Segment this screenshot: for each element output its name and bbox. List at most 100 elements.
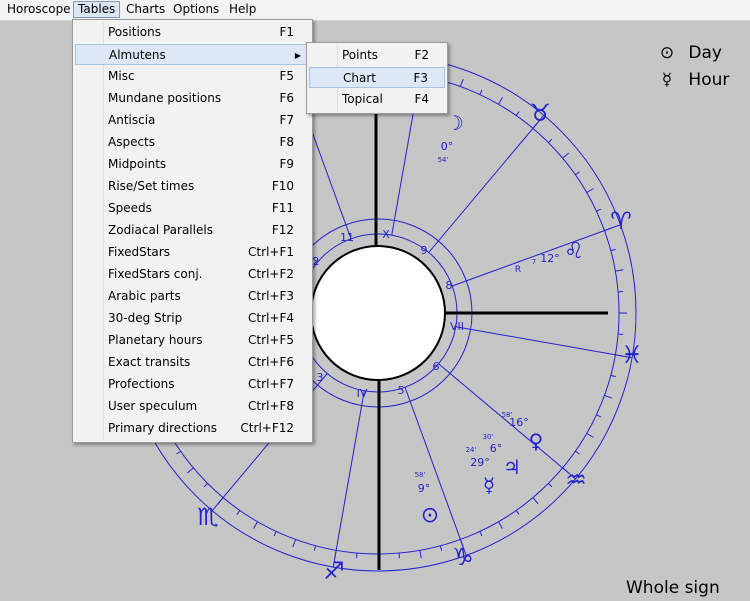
tables-menu-item[interactable]: Aspects F8 xyxy=(75,132,310,153)
tables-menu-item[interactable]: Antiscia F7 xyxy=(75,110,310,131)
degree-tick xyxy=(176,450,181,455)
degree-tick xyxy=(292,539,297,548)
tables-menu-item[interactable]: FixedStars Ctrl+F1 xyxy=(75,242,310,263)
degree-tick xyxy=(186,467,194,474)
tables-menu-item[interactable]: Positions F1 xyxy=(75,22,310,43)
menu-charts[interactable]: Charts xyxy=(122,1,169,18)
degree-tick xyxy=(236,510,241,515)
degree-tick xyxy=(479,89,483,95)
house-number: 9 xyxy=(421,244,428,257)
tables-menu-item-label: Mundane positions xyxy=(108,91,222,105)
tables-menu-item-shortcut: F1 xyxy=(279,25,294,39)
tables-menu-item-label: Planetary hours xyxy=(108,333,203,347)
tables-menu-item-shortcut: F8 xyxy=(279,135,294,149)
tables-menu-item[interactable]: Midpoints F9 xyxy=(75,154,310,175)
tables-menu-item[interactable]: Misc F5 xyxy=(75,66,310,87)
degree-tick xyxy=(515,510,520,515)
sign-aquarius-glyph: ♒ xyxy=(565,466,587,494)
tables-menu-item[interactable]: Exact transits Ctrl+F6 xyxy=(75,352,310,373)
sign-boundary-line xyxy=(428,115,545,253)
degree-tick xyxy=(479,531,483,537)
menu-horoscope[interactable]: Horoscope xyxy=(3,1,75,18)
tables-menu-item[interactable]: Rise/Set times F10 xyxy=(75,176,310,197)
tables-menu-item-label: Misc xyxy=(108,69,135,83)
day-label: Day xyxy=(688,43,722,63)
almutens-menu-item[interactable]: Chart F3 xyxy=(309,67,445,88)
degree-tick xyxy=(615,269,624,272)
almutens-menu-item[interactable]: Topical F4 xyxy=(309,89,445,110)
sign-scorpio-glyph: ♏ xyxy=(197,503,219,531)
moon-glyph: ☽ xyxy=(446,111,464,135)
hour-label: Hour xyxy=(688,70,730,90)
tables-menu-item[interactable]: Arabic parts Ctrl+F3 xyxy=(75,286,310,307)
sign-boundary-line xyxy=(452,224,621,287)
tables-menu-item[interactable]: Profections Ctrl+F7 xyxy=(75,374,310,395)
tables-menu-item-label: Midpoints xyxy=(108,157,167,171)
menu-options[interactable]: Options xyxy=(169,1,223,18)
degree-tick xyxy=(459,78,464,87)
tables-menu-item-shortcut: F11 xyxy=(271,201,294,215)
degree-tick xyxy=(548,483,553,488)
tables-menu-item-shortcut: Ctrl+F1 xyxy=(248,245,294,259)
almutens-menu-item-label: Points xyxy=(342,48,379,62)
mercury-icon: ☿ xyxy=(661,70,673,90)
tables-menu-item-label: Rise/Set times xyxy=(108,179,195,193)
tables-menu-item-shortcut: F6 xyxy=(279,91,294,105)
tables-menu-item[interactable]: Primary directions Ctrl+F12 xyxy=(75,418,310,439)
almutens-menu-item-shortcut: F2 xyxy=(414,48,429,62)
tables-menu-item[interactable]: Planetary hours Ctrl+F5 xyxy=(75,330,310,351)
almutens-menu-item-shortcut: F3 xyxy=(413,71,428,85)
menu-tables[interactable]: Tables xyxy=(73,1,121,18)
almutens-menu-item-label: Chart xyxy=(343,71,376,85)
mercury-minute: 24' xyxy=(466,446,477,454)
tables-menu-item[interactable]: Almutens ▶ xyxy=(75,44,310,65)
menu-bar: Horoscope Tables Charts Options Help xyxy=(0,0,750,21)
degree-tick xyxy=(273,531,277,537)
submenu-arrow-icon: ▶ xyxy=(294,51,301,60)
tables-menu-item-shortcut: Ctrl+F2 xyxy=(248,267,294,281)
tables-menu-item-shortcut: Ctrl+F7 xyxy=(248,377,294,391)
tables-menu-item-label: FixedStars xyxy=(108,245,170,259)
tables-menu-item-label: Positions xyxy=(108,25,161,39)
tables-menu-item-shortcut: F12 xyxy=(271,223,294,237)
almutens-menu-item[interactable]: Points F2 xyxy=(309,45,445,66)
degree-tick xyxy=(253,521,258,529)
house-number: 6 xyxy=(433,360,440,373)
center-circle xyxy=(310,245,446,381)
tables-menu-item-label: Speeds xyxy=(108,201,152,215)
tables-menu-item-shortcut: F7 xyxy=(279,113,294,127)
tables-menu-item-shortcut: Ctrl+F6 xyxy=(248,355,294,369)
degree-tick xyxy=(575,171,580,176)
tables-dropdown-menu: Positions F1 Almutens ▶ Misc F5 Mundane positi… xyxy=(72,19,313,443)
degree-tick xyxy=(548,138,553,143)
venus-glyph: ♀ xyxy=(529,429,544,453)
mercury-degree: 29° xyxy=(470,456,490,469)
almutens-menu-item-shortcut: F4 xyxy=(414,92,429,106)
tables-menu-item[interactable]: Zodiacal Parallels F12 xyxy=(75,220,310,241)
tables-menu-item-shortcut: Ctrl+F4 xyxy=(248,311,294,325)
tables-menu-item[interactable]: 30-deg Strip Ctrl+F4 xyxy=(75,308,310,329)
degree-tick xyxy=(562,152,570,159)
tables-menu-item-label: 30-deg Strip xyxy=(108,311,183,325)
jupiter-glyph: ♃ xyxy=(503,455,521,479)
house-number: 2 xyxy=(313,255,320,268)
sign-pisces-glyph: ♓ xyxy=(621,341,643,369)
menu-help[interactable]: Help xyxy=(225,1,260,18)
tables-menu-item[interactable]: FixedStars conj. Ctrl+F2 xyxy=(75,264,310,285)
degree-tick xyxy=(586,188,594,193)
degree-tick xyxy=(596,208,602,212)
tables-menu-item-label: Exact transits xyxy=(108,355,191,369)
tables-menu-item[interactable]: User speculum Ctrl+F8 xyxy=(75,396,310,417)
tables-menu-item[interactable]: Speeds F11 xyxy=(75,198,310,219)
sign-sagittarius-glyph: ♐ xyxy=(323,557,345,585)
degree-tick xyxy=(498,97,503,105)
degree-tick xyxy=(515,111,520,116)
moon-minute: 54' xyxy=(438,156,449,164)
tables-menu-item-shortcut: Ctrl+F12 xyxy=(240,421,294,435)
tables-menu-item-label: User speculum xyxy=(108,399,198,413)
house-number: 11 xyxy=(340,231,354,244)
tables-menu-item[interactable]: Mundane positions F6 xyxy=(75,88,310,109)
sign-boundary-line xyxy=(455,326,633,359)
house-number: 8 xyxy=(446,279,453,292)
degree-tick xyxy=(313,545,317,551)
